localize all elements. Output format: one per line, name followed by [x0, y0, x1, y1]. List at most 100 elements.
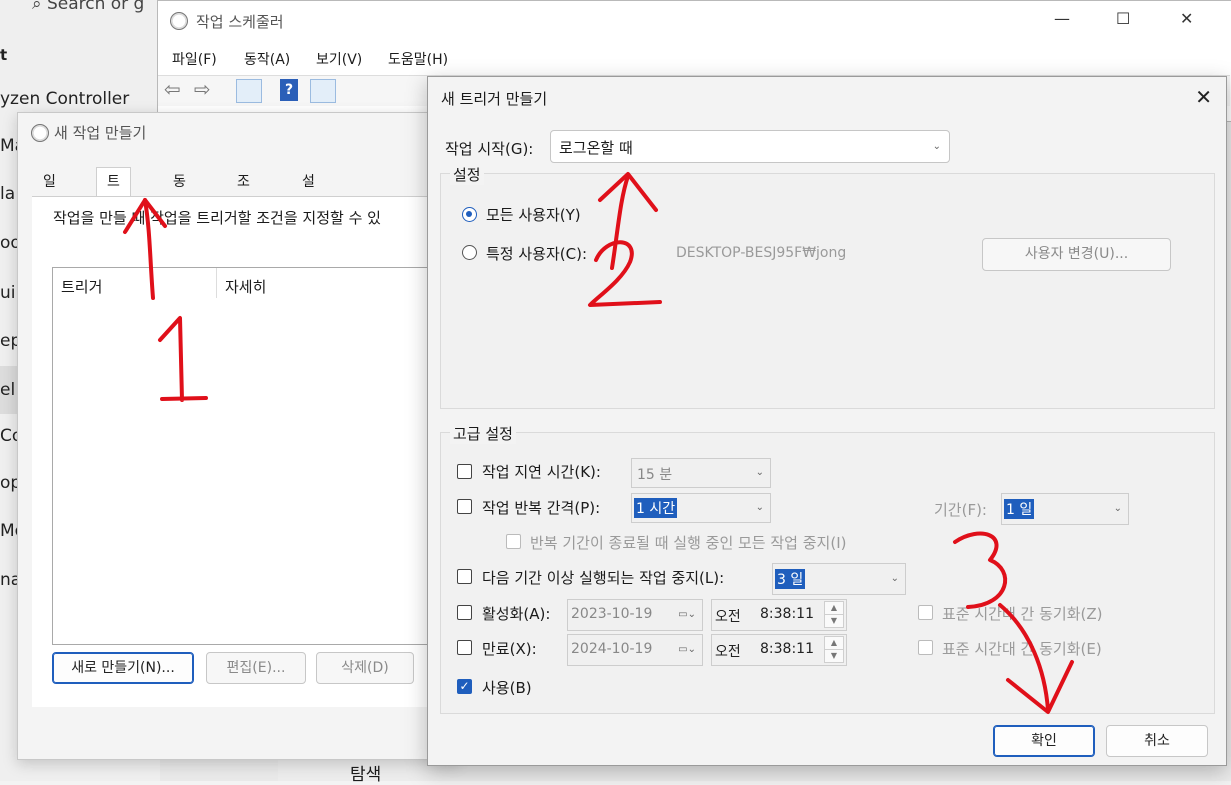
tab-actions[interactable]: 동작	[162, 167, 197, 218]
action-pane-icon[interactable]	[310, 79, 336, 103]
tab-settings[interactable]: 설정	[291, 167, 326, 218]
background-sidebar-item[interactable]: la	[0, 184, 15, 204]
specific-user-label: 특정 사용자(C):	[486, 245, 587, 263]
scheduler-title: 작업 스케줄러	[196, 13, 284, 31]
delay-checkbox[interactable]	[457, 464, 472, 479]
column-trigger[interactable]: 트리거	[61, 276, 102, 297]
activate-label: 활성화(A):	[482, 605, 551, 623]
expire-time-picker[interactable]: 오전 8:38:11 ▲ ▼	[711, 634, 847, 666]
spin-up-icon[interactable]: ▲	[824, 636, 844, 650]
repeat-select[interactable]: 1 시간 ⌄	[631, 493, 771, 523]
delay-label: 작업 지연 시간(K):	[482, 463, 601, 481]
background-search[interactable]: ⌕ Search or g	[32, 0, 144, 14]
activate-time-picker[interactable]: 오전 8:38:11 ▲ ▼	[711, 599, 847, 631]
spin-up-icon[interactable]: ▲	[824, 601, 844, 615]
duration-select[interactable]: 1 일 ⌄	[1001, 493, 1129, 525]
enabled-label: 사용(B)	[482, 679, 532, 697]
menu-file[interactable]: 파일(F)	[172, 49, 217, 69]
sync-timezone-1-label: 표준 시간대 간 동기화(Z)	[942, 605, 1103, 623]
triggers-table[interactable]: 트리거 자세히	[52, 267, 474, 645]
repeat-checkbox[interactable]	[457, 499, 472, 514]
triggers-panel: 작업을 만들 때 작업을 트리거할 조건을 지정할 수 있 트리거 자세히 새로…	[32, 196, 474, 707]
tab-conditions[interactable]: 조건	[226, 167, 261, 218]
chevron-down-icon: ⌄	[755, 502, 764, 513]
activate-date-picker[interactable]: 2023-10-19 ▭⌄	[567, 599, 703, 631]
expire-date: 2024-10-19	[571, 641, 653, 657]
begin-task-select[interactable]: 로그온할 때 ⌄	[550, 130, 950, 163]
stop-all-checkbox[interactable]	[506, 534, 521, 549]
user-name-text: DESKTOP-BESJ95F₩jong	[676, 245, 847, 261]
ok-button[interactable]: 확인	[993, 725, 1095, 757]
delay-select[interactable]: 15 분 ⌄	[631, 458, 771, 488]
chevron-down-icon: ⌄	[1113, 503, 1122, 514]
edit-trigger-button[interactable]: 편집(E)...	[206, 652, 306, 684]
begin-task-label: 작업 시작(G):	[445, 140, 534, 158]
menu-view[interactable]: 보기(V)	[316, 49, 362, 69]
expire-ampm: 오전	[715, 644, 741, 660]
calendar-icon: ▭⌄	[678, 644, 696, 655]
begin-task-value: 로그온할 때	[559, 139, 633, 157]
clock-icon	[31, 124, 49, 142]
column-divider	[216, 268, 217, 298]
background-bottom-label: 탐색	[350, 765, 382, 785]
stop-longer-select[interactable]: 3 일 ⌄	[772, 563, 906, 595]
expire-checkbox[interactable]	[457, 640, 472, 655]
spin-down-icon[interactable]: ▼	[824, 649, 844, 663]
sync-timezone-2-checkbox[interactable]	[918, 640, 933, 655]
chevron-down-icon: ⌄	[890, 573, 899, 584]
close-icon[interactable]: ✕	[1195, 85, 1212, 109]
expire-date-picker[interactable]: 2024-10-19 ▭⌄	[567, 634, 703, 666]
enabled-checkbox[interactable]: ✓	[457, 679, 472, 694]
sync-timezone-1-checkbox[interactable]	[918, 605, 933, 620]
cancel-button[interactable]: 취소	[1106, 725, 1208, 757]
close-icon[interactable]: ✕	[1180, 9, 1193, 28]
advanced-group-title: 고급 설정	[450, 423, 516, 444]
chevron-down-icon: ⌄	[932, 141, 941, 152]
calendar-icon: ▭⌄	[678, 609, 696, 620]
any-user-label: 모든 사용자(Y)	[486, 206, 581, 224]
stop-all-label: 반복 기간이 종료될 때 실행 중인 모든 작업 중지(I)	[530, 534, 847, 552]
console-tree-icon[interactable]	[236, 79, 262, 103]
search-icon: ⌕	[32, 0, 42, 14]
activate-checkbox[interactable]	[457, 605, 472, 620]
expire-label: 만료(X):	[482, 640, 537, 658]
minimize-icon[interactable]: —	[1054, 9, 1070, 28]
menu-action[interactable]: 동작(A)	[244, 49, 290, 69]
sync-timezone-2-label: 표준 시간대 간 동기화(E)	[942, 640, 1102, 658]
maximize-icon[interactable]: ☐	[1116, 9, 1130, 28]
help-icon[interactable]: ?	[280, 79, 298, 101]
new-trigger-button[interactable]: 새로 만들기(N)...	[52, 652, 194, 684]
spin-down-icon[interactable]: ▼	[824, 614, 844, 628]
repeat-label: 작업 반복 간격(P):	[482, 499, 601, 517]
tab-triggers[interactable]: 트리거	[96, 167, 131, 246]
triggers-description: 작업을 만들 때 작업을 트리거할 조건을 지정할 수 있	[53, 209, 381, 227]
change-user-button[interactable]: 사용자 변경(U)...	[982, 238, 1171, 271]
back-arrow-icon[interactable]: ⇦	[164, 79, 188, 101]
specific-user-radio[interactable]	[462, 245, 477, 260]
background-sidebar-item[interactable]: yzen Controller	[0, 89, 129, 109]
tab-general[interactable]: 일반	[32, 167, 67, 218]
stop-longer-checkbox[interactable]	[457, 569, 472, 584]
background-sidebar-item[interactable]: t	[0, 46, 7, 64]
background-sidebar-item[interactable]: ui	[0, 283, 16, 303]
new-trigger-dialog: 새 트리거 만들기 ✕ 작업 시작(G): 로그온할 때 ⌄ 설정 모든 사용자…	[427, 76, 1227, 766]
duration-value: 1 일	[1004, 499, 1035, 519]
column-details[interactable]: 자세히	[225, 276, 266, 297]
chevron-down-icon: ⌄	[755, 467, 764, 478]
delay-value: 15 분	[637, 467, 673, 483]
delete-trigger-button[interactable]: 삭제(D)	[316, 652, 414, 684]
any-user-radio[interactable]	[462, 207, 477, 222]
forward-arrow-icon[interactable]: ⇨	[194, 79, 218, 101]
expire-time: 8:38:11	[760, 641, 814, 657]
settings-group-title: 설정	[450, 164, 484, 185]
activate-time: 8:38:11	[760, 606, 814, 622]
new-task-dialog: 새 작업 만들기 일반 트리거 동작 조건 설정 작업을 만들 때 작업을 트리…	[17, 112, 474, 760]
menu-help[interactable]: 도움말(H)	[388, 49, 448, 69]
new-task-title: 새 작업 만들기	[54, 124, 147, 142]
activate-date: 2023-10-19	[571, 606, 653, 622]
menu-bar: 파일(F) 동작(A) 보기(V) 도움말(H)	[158, 43, 1230, 73]
repeat-value: 1 시간	[634, 498, 678, 518]
clock-icon	[170, 12, 188, 30]
stop-longer-label: 다음 기간 이상 실행되는 작업 중지(L):	[482, 569, 725, 587]
background-sidebar-item[interactable]: el	[0, 380, 15, 400]
